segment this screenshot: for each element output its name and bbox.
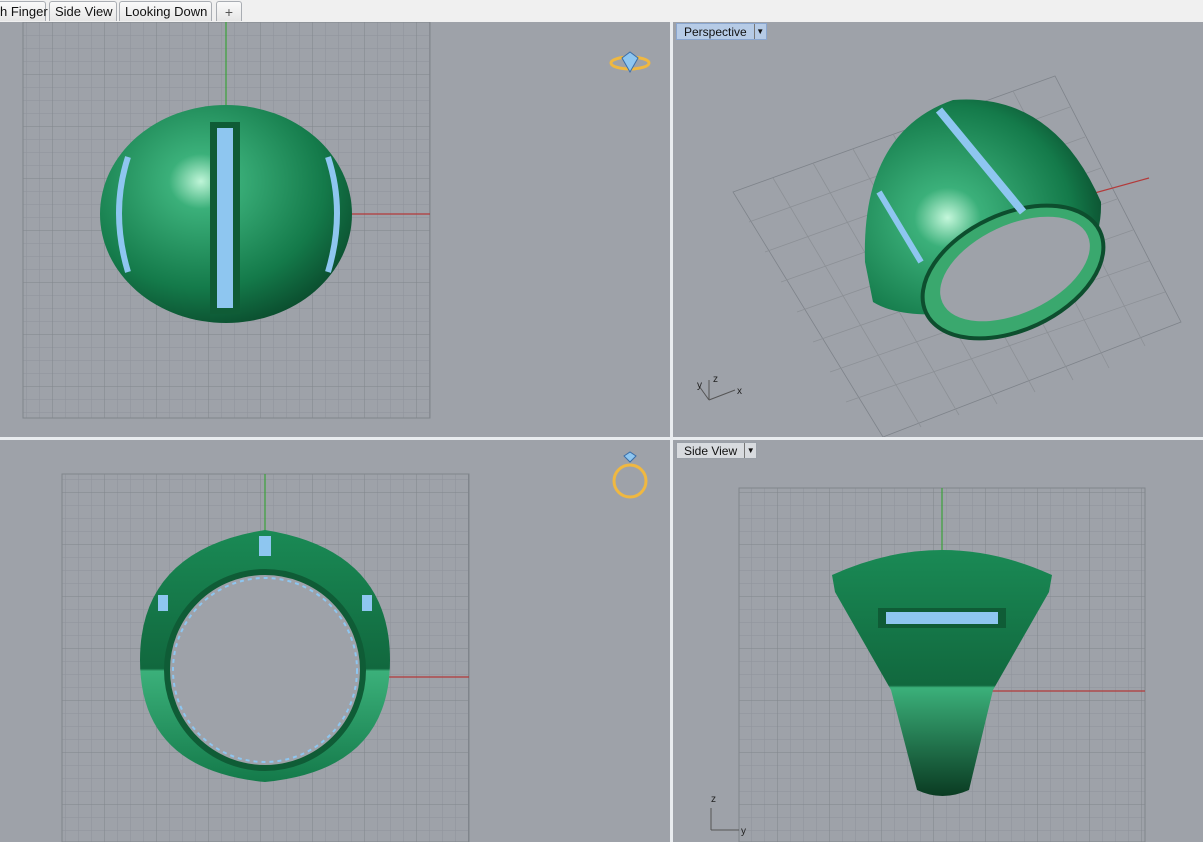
axis-y-label: y — [697, 380, 702, 391]
ring-gem-icon[interactable] — [609, 51, 651, 74]
viewport-divider-vertical[interactable] — [670, 22, 673, 842]
ring-opening — [164, 569, 366, 771]
viewport-side-view[interactable]: z y Side View ▼ — [673, 440, 1203, 842]
viewport-title-label: Perspective — [684, 25, 747, 39]
chevron-down-icon[interactable]: ▼ — [753, 24, 766, 39]
viewport-canvas: z y — [710, 487, 1146, 842]
viewport-canvas — [22, 22, 651, 419]
plus-icon: + — [224, 4, 234, 20]
viewport-divider-horizontal[interactable] — [0, 437, 1203, 440]
ring-gem-icon[interactable] — [612, 451, 648, 499]
chevron-down-icon[interactable]: ▼ — [744, 443, 756, 458]
tab-looking-down[interactable]: Looking Down — [119, 1, 212, 21]
axis-y-label: y — [741, 826, 746, 837]
viewport-canvas — [61, 451, 648, 842]
viewport-top-left[interactable] — [0, 22, 670, 437]
gem-row — [886, 612, 998, 624]
viewport-title-side-view[interactable]: Side View ▼ — [676, 442, 758, 459]
left-gems — [158, 595, 168, 611]
tab-side-view[interactable]: Side View — [49, 1, 117, 21]
viewport-front[interactable] — [0, 440, 670, 842]
top-gems — [259, 536, 271, 556]
tab-finger[interactable]: h Finger — [0, 1, 48, 21]
axis-gizmo: z y x — [697, 374, 742, 401]
right-gems — [362, 595, 372, 611]
axis-z-label: z — [711, 794, 716, 805]
view-tab-bar: h Finger Side View Looking Down + — [0, 0, 1203, 23]
add-tab-button[interactable]: + — [216, 1, 242, 21]
axis-x-label: x — [737, 386, 742, 397]
axis-z-label: z — [713, 374, 718, 385]
gem-row — [217, 128, 233, 308]
viewport-perspective[interactable]: z y x Perspective ▼ — [673, 22, 1203, 437]
viewport-title-perspective[interactable]: Perspective ▼ — [676, 23, 767, 40]
viewport-title-label: Side View — [684, 444, 738, 458]
viewport-canvas: z y x — [697, 75, 1182, 437]
